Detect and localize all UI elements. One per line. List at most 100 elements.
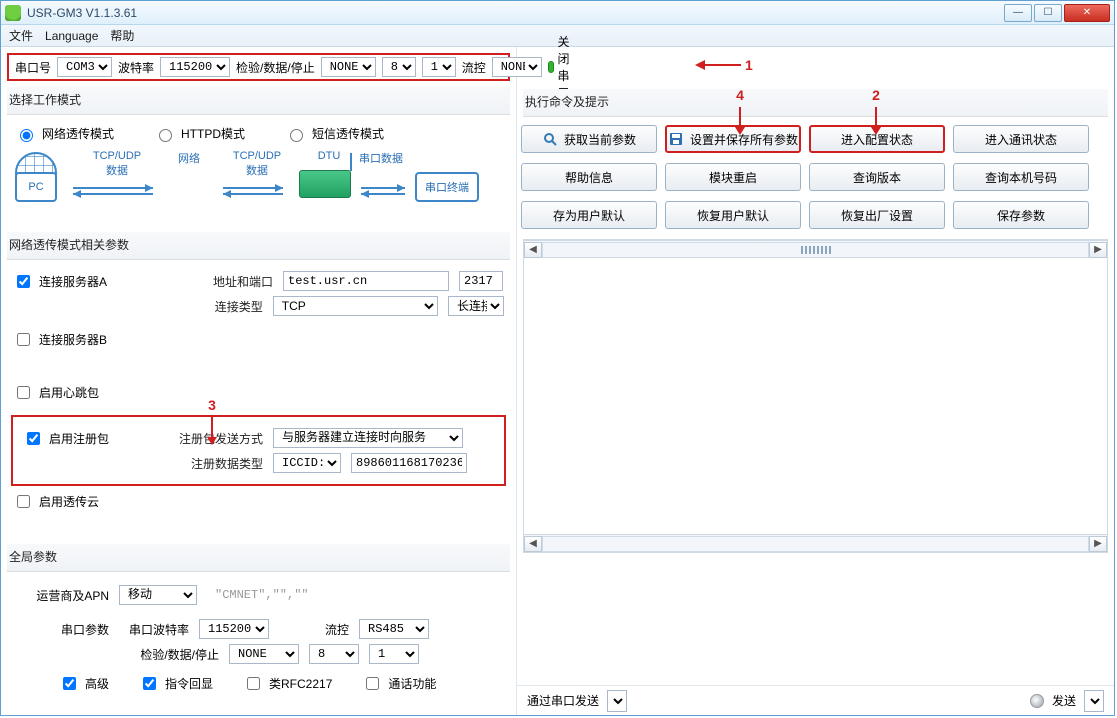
apn-label: 运营商及APN — [23, 587, 109, 604]
serial-par-select[interactable]: NONE — [229, 644, 299, 664]
serial-flow-label: 流控 — [279, 621, 349, 638]
send-via-label: 通过串口发送 — [527, 692, 599, 709]
conn-keep-select[interactable]: 长连接 — [448, 296, 504, 316]
reg-type-select[interactable]: ICCID: — [273, 453, 341, 473]
menu-help[interactable]: 帮助 — [110, 27, 134, 44]
parity-select[interactable]: NONE — [321, 57, 376, 77]
close-button[interactable]: ✕ — [1064, 4, 1110, 22]
conn-type-select[interactable]: TCP — [273, 296, 438, 316]
get-params-button[interactable]: 获取当前参数 — [521, 125, 657, 153]
scroll-right-icon[interactable]: ▶ — [1089, 242, 1107, 258]
port-label: 串口号 — [15, 59, 51, 76]
reboot-button[interactable]: 模块重启 — [665, 163, 801, 191]
mode-sms[interactable]: 短信透传模式 — [285, 125, 384, 142]
factory-button[interactable]: 恢复出厂设置 — [809, 201, 945, 229]
app-window: USR-GM3 V1.1.3.61 — ☐ ✕ 文件 Language 帮助 串… — [0, 0, 1115, 716]
button-row-3: 存为用户默认 恢复用户默认 恢复出厂设置 保存参数 — [521, 201, 1110, 229]
set-save-button[interactable]: 设置并保存所有参数 — [665, 125, 801, 153]
right-pane: 执行命令及提示 获取当前参数 设置并保存所有参数 进入配置状态 — [517, 47, 1114, 715]
conn-type-label: 连接类型 — [148, 298, 263, 315]
addr-label: 地址和端口 — [153, 273, 273, 290]
save-params-button[interactable]: 保存参数 — [953, 201, 1089, 229]
flow-label: 流控 — [462, 59, 486, 76]
reg-send-select[interactable]: 与服务器建立连接时向服务 — [273, 428, 463, 448]
reg-type-label: 注册数据类型 — [163, 455, 263, 472]
scroll-right-icon[interactable]: ▶ — [1089, 536, 1107, 552]
register-check[interactable]: 启用注册包 — [23, 429, 153, 448]
serial-dbits-select[interactable]: 8 — [309, 644, 359, 664]
serial-flow-select[interactable]: RS485 — [359, 619, 429, 639]
node-dtu — [295, 170, 355, 210]
window-title: USR-GM3 V1.1.3.61 — [27, 6, 137, 20]
heartbeat-check[interactable]: 启用心跳包 — [13, 383, 143, 402]
adv-check[interactable]: 高级 — [23, 674, 109, 693]
serial-par-label: 检验/数据/停止 — [119, 646, 219, 663]
scroll-left-icon[interactable]: ◀ — [524, 242, 542, 258]
global-title: 全局参数 — [7, 544, 510, 571]
search-icon — [542, 131, 558, 147]
parity-label: 检验/数据/停止 — [236, 59, 315, 76]
button-row-1: 获取当前参数 设置并保存所有参数 进入配置状态 进入通讯状态 — [521, 125, 1110, 153]
menu-language[interactable]: Language — [45, 29, 98, 43]
server-a-check[interactable]: 连接服务器A — [13, 272, 143, 291]
scroll-left-icon[interactable]: ◀ — [524, 536, 542, 552]
scrollbar-top[interactable]: ◀ ▶ — [524, 240, 1107, 258]
send-bar: 通过串口发送 发送 — [517, 685, 1114, 715]
global-params: 运营商及APN 移动 "CMNET","","" 串口参数 串口波特率 1152… — [1, 572, 516, 710]
send-select[interactable] — [1084, 690, 1104, 712]
node-pc: PC — [15, 172, 57, 202]
send-via-select[interactable] — [607, 690, 627, 712]
apn-op-select[interactable]: 移动 — [119, 585, 197, 605]
version-button[interactable]: 查询版本 — [809, 163, 945, 191]
netparams-title: 网络透传模式相关参数 — [7, 232, 510, 259]
arrow-icon — [353, 184, 413, 194]
addr-input[interactable] — [283, 271, 449, 291]
apn-string: "CMNET","","" — [207, 588, 437, 602]
help-button[interactable]: 帮助信息 — [521, 163, 657, 191]
databits-select[interactable]: 8 — [382, 57, 416, 77]
enter-comm-button[interactable]: 进入通讯状态 — [953, 125, 1089, 153]
load-default-button[interactable]: 恢复用户默认 — [665, 201, 801, 229]
left-pane: 串口号 COM3 波特率 115200 检验/数据/停止 NONE 8 1 流控… — [1, 47, 517, 715]
app-icon — [5, 5, 21, 21]
mode-httpd[interactable]: HTTPD模式 — [154, 125, 245, 142]
workmode-radios: 网络透传模式 HTTPD模式 短信透传模式 — [1, 115, 516, 152]
send-label: 发送 — [1052, 692, 1076, 709]
arrow-icon — [215, 184, 291, 194]
query-sn-button[interactable]: 查询本机号码 — [953, 163, 1089, 191]
serial-baud-select[interactable]: 115200 — [199, 619, 269, 639]
log-output: ◀ ▶ ◀ ▶ — [523, 239, 1108, 553]
baud-select[interactable]: 115200 — [160, 57, 230, 77]
client-area: 串口号 COM3 波特率 115200 检验/数据/停止 NONE 8 1 流控… — [1, 47, 1114, 715]
mode-net[interactable]: 网络透传模式 — [15, 125, 114, 142]
echo-check[interactable]: 指令回显 — [139, 674, 213, 693]
scrollbar-bottom[interactable]: ◀ ▶ — [524, 534, 1107, 552]
window-controls: — ☐ ✕ — [1004, 4, 1110, 22]
titlebar: USR-GM3 V1.1.3.61 — ☐ ✕ — [1, 1, 1114, 25]
call-check[interactable]: 通话功能 — [362, 674, 436, 693]
serial-baud-label: 串口波特率 — [119, 621, 189, 638]
reg-send-label: 注册包发送方式 — [163, 430, 263, 447]
minimize-button[interactable]: — — [1004, 4, 1032, 22]
stopbits-select[interactable]: 1 — [422, 57, 456, 77]
enter-config-button[interactable]: 进入配置状态 — [809, 125, 945, 153]
cloud-check[interactable]: 启用透传云 — [13, 492, 143, 511]
node-terminal: 串口终端 — [415, 172, 479, 202]
register-box: 启用注册包 注册包发送方式 与服务器建立连接时向服务 注册数据类型 ICCID: — [11, 415, 506, 486]
rfc-check[interactable]: 类RFC2217 — [243, 674, 332, 693]
server-b-check[interactable]: 连接服务器B — [13, 330, 143, 349]
serial-params-label: 串口参数 — [23, 621, 109, 638]
button-row-2: 帮助信息 模块重启 查询版本 查询本机号码 — [521, 163, 1110, 191]
exec-title: 执行命令及提示 — [523, 89, 1108, 116]
baud-label: 波特率 — [118, 59, 154, 76]
port-select[interactable]: COM3 — [57, 57, 112, 77]
menu-file[interactable]: 文件 — [9, 27, 33, 44]
maximize-button[interactable]: ☐ — [1034, 4, 1062, 22]
reg-value-input[interactable] — [351, 453, 467, 473]
serial-sbits-select[interactable]: 1 — [369, 644, 419, 664]
status-lamp-icon — [1030, 694, 1044, 708]
netparams: 连接服务器A 地址和端口 连接类型 TCP 长连接 连接服务器B 启用心跳包 — [1, 260, 516, 413]
port-input[interactable] — [459, 271, 503, 291]
serial-toolbar: 串口号 COM3 波特率 115200 检验/数据/停止 NONE 8 1 流控… — [7, 53, 510, 81]
save-default-button[interactable]: 存为用户默认 — [521, 201, 657, 229]
